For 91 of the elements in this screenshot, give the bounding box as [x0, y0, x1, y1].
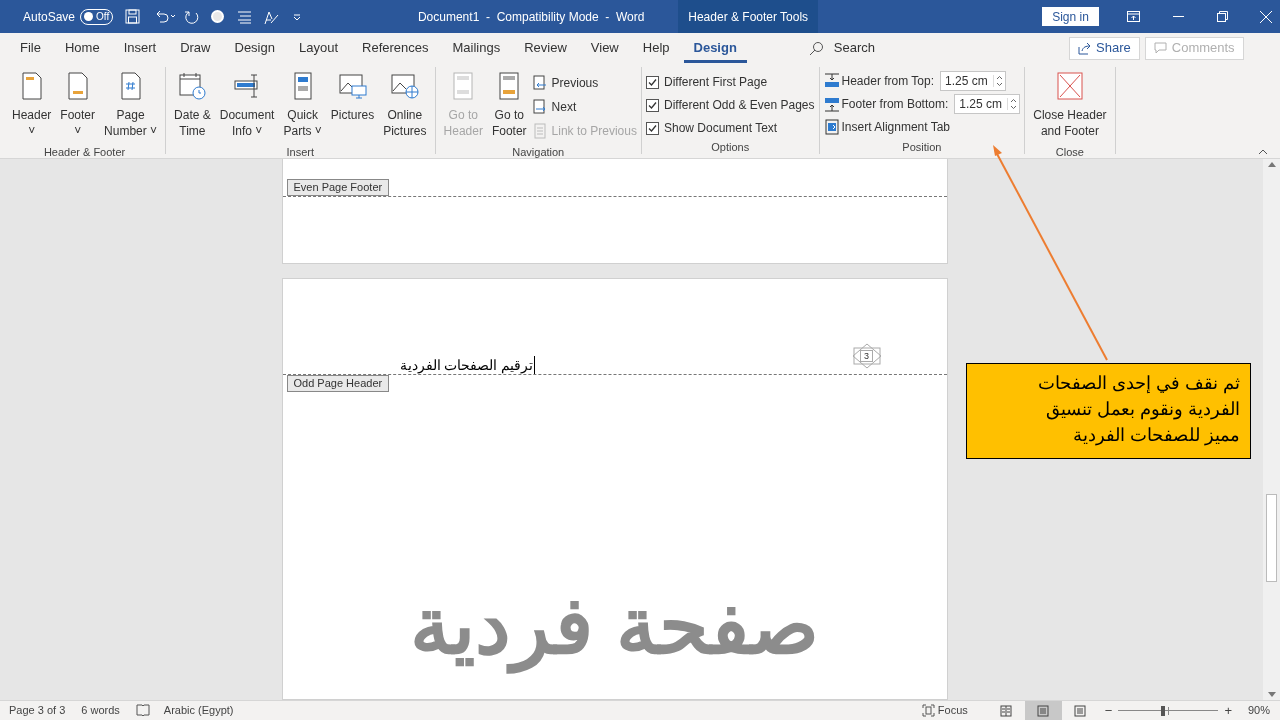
ribbon-tab[interactable]: Mailings [442, 33, 511, 63]
ribbon-tab[interactable]: View [580, 33, 629, 63]
customize-caret-icon[interactable] [293, 12, 302, 21]
position-label: Header from Top: [841, 73, 935, 90]
page-number: 3 [860, 350, 873, 362]
save-icon[interactable] [125, 9, 141, 24]
group-label: Header & Footer [42, 145, 127, 159]
alignment-tab-icon [823, 119, 840, 135]
ribbon-tab[interactable]: File [10, 33, 51, 63]
spin-field[interactable]: 1.25 cm [940, 71, 1007, 91]
close-icon[interactable] [1259, 10, 1272, 23]
focus-button[interactable]: Focus [921, 702, 968, 719]
comment-icon [1153, 42, 1167, 54]
redo-icon[interactable] [184, 8, 201, 25]
checkbox[interactable] [646, 98, 659, 112]
ribbon-button[interactable]: Page Number ˅ [100, 67, 162, 145]
ribbon-tab[interactable]: Home [54, 33, 110, 63]
ribbon-button[interactable]: Previous [531, 73, 637, 93]
checkbox-label: Different First Page [664, 74, 768, 91]
ribbon-button[interactable]: Footer ˅ [56, 67, 100, 145]
vertical-scrollbar[interactable] [1263, 159, 1280, 700]
zoom-out-button[interactable]: − [1104, 700, 1113, 720]
ribbon-tab[interactable]: References [352, 33, 439, 63]
scroll-up-icon[interactable] [1267, 162, 1276, 167]
page-icon [1037, 704, 1050, 717]
header-text: ترقيم الصفحات الفردية [399, 356, 536, 374]
collapse-ribbon-icon[interactable] [1258, 149, 1268, 155]
focus-icon [921, 704, 935, 717]
ribbon-display-icon[interactable] [1126, 11, 1140, 22]
scroll-down-icon[interactable] [1267, 692, 1276, 697]
ribbon-button[interactable]: Close Header and Footer [1029, 67, 1111, 145]
zoom-slider[interactable] [1118, 705, 1219, 716]
ribbon-button[interactable]: Online Pictures [379, 67, 431, 145]
contextual-tab-title: Header & Footer Tools [678, 0, 819, 33]
group-label: Position [901, 140, 943, 154]
page-count[interactable]: Page 3 of 3 [9, 702, 66, 719]
picture-monitor-icon [337, 71, 368, 101]
ribbon-tab[interactable]: Insert [113, 33, 167, 63]
group-label: Options [710, 140, 751, 154]
view-button[interactable] [1024, 701, 1062, 720]
ribbon-tab[interactable]: Help [632, 33, 680, 63]
search-icon [808, 40, 824, 56]
close-icon [1054, 71, 1085, 101]
checkbox-label: Show Document Text [664, 120, 778, 137]
ribbon-tab[interactable]: Draw [170, 33, 221, 63]
zoom-slider-thumb[interactable] [1161, 705, 1166, 716]
group-label: Close [1054, 145, 1085, 159]
word-count[interactable]: 6 words [81, 702, 120, 719]
ribbon-button[interactable]: Quick Parts ˅ [279, 67, 326, 145]
sign-in-button[interactable]: Sign in [1042, 7, 1099, 26]
callout-box: ثم نقف في إحدى الصفحات الفردية ونقوم بعمل تنسيق مميز للصفحات الفردية [966, 363, 1251, 459]
spin-field[interactable]: 1.25 cm [954, 94, 1021, 114]
section-tag: Even Page Footer [286, 179, 390, 196]
group-label: Navigation [511, 145, 566, 159]
header-position-icon [823, 73, 840, 89]
share-button[interactable]: Share [1069, 36, 1140, 60]
search-field[interactable]: Search [808, 38, 876, 58]
checkbox-label: Different Odd & Even Pages [664, 97, 815, 114]
section-tag: Odd Page Header [286, 375, 390, 392]
book-icon [1000, 704, 1013, 717]
web-page-icon [1074, 704, 1087, 717]
ribbon-button[interactable]: Go to Footer [487, 67, 531, 145]
group-label: Insert [285, 145, 316, 159]
language[interactable]: Arabic (Egypt) [163, 702, 234, 719]
ribbon-button[interactable]: Next [531, 97, 637, 117]
zoom-in-button[interactable]: + [1224, 700, 1232, 720]
checkbox[interactable] [646, 121, 659, 135]
ribbon-button[interactable]: Pictures [326, 67, 379, 145]
ribbon-tab[interactable]: Layout [288, 33, 348, 63]
scrollbar-thumb[interactable] [1266, 494, 1277, 582]
autosave-label: AutoSave [23, 8, 76, 26]
undo-icon[interactable] [154, 9, 177, 24]
ribbon-tab[interactable]: Review [514, 33, 577, 63]
list-icon[interactable] [237, 9, 253, 24]
ribbon-button[interactable]: Document Info ˅ [215, 67, 279, 145]
window-title: Document1 - Compatibility Mode - Word [416, 8, 646, 26]
restore-icon[interactable] [1216, 11, 1228, 22]
position-label: Footer from Bottom: [841, 96, 949, 113]
ribbon-button[interactable]: Date & Time [170, 67, 215, 145]
checkbox[interactable] [646, 75, 659, 89]
ribbon-tab[interactable]: Design [224, 33, 285, 63]
zoom-level[interactable]: 90% [1247, 702, 1270, 719]
circle-icon[interactable] [210, 9, 226, 24]
link-pages-icon [531, 123, 548, 139]
calendar-clock-icon [177, 71, 208, 101]
ribbon-button[interactable]: Header ˅ [8, 67, 56, 145]
position-label[interactable]: Insert Alignment Tab [841, 118, 951, 136]
book-check-icon[interactable] [135, 704, 150, 717]
picture-globe-icon [389, 71, 420, 101]
footer-position-icon [823, 96, 840, 112]
share-icon [1078, 41, 1092, 55]
